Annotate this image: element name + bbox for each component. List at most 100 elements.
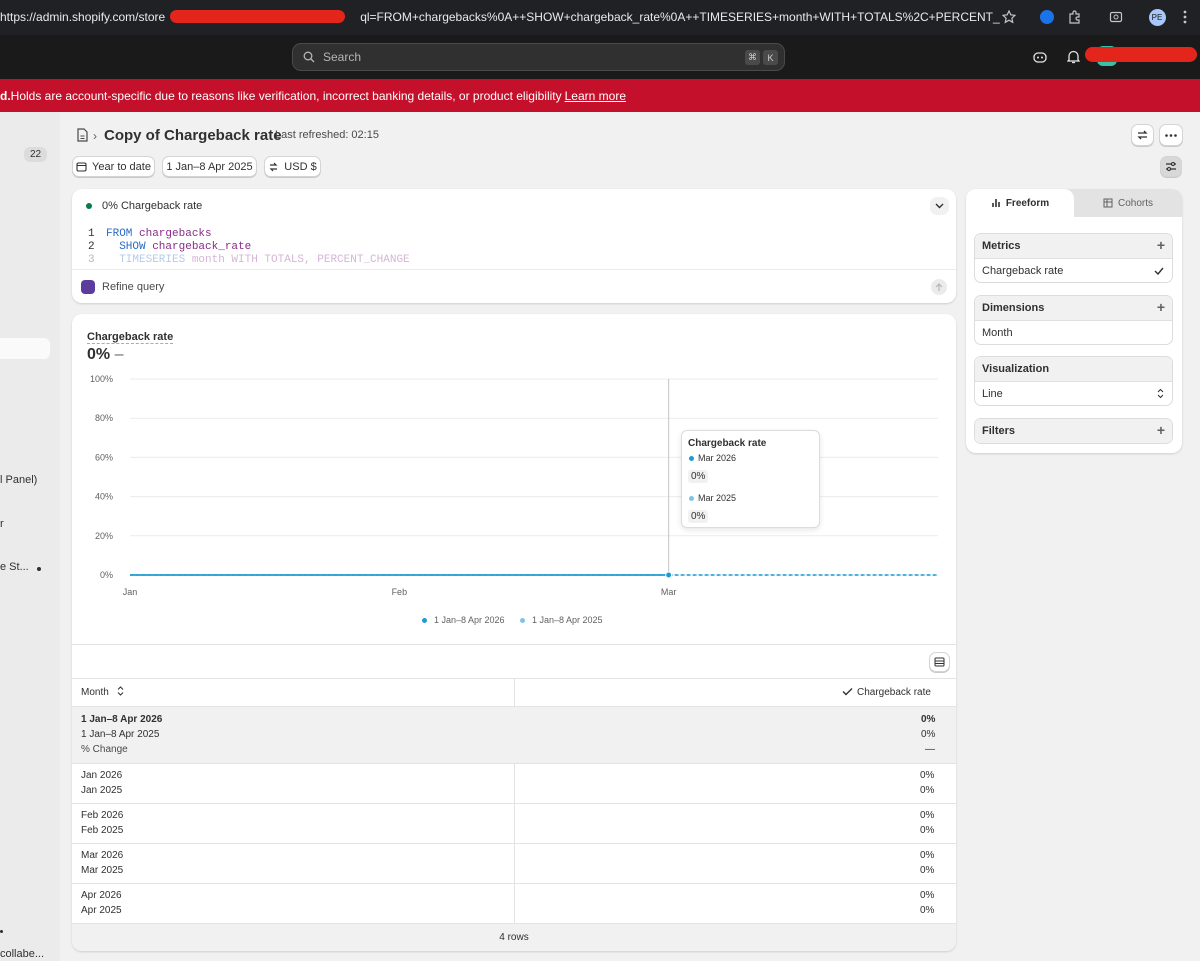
currency-button[interactable]: USD $ [264, 156, 321, 177]
submit-arrow-button[interactable] [931, 279, 947, 295]
sidebar-item-selected[interactable] [0, 338, 50, 359]
more-actions-button[interactable] [1159, 124, 1183, 146]
collapse-query-button[interactable] [930, 197, 949, 215]
query-status: 0% Chargeback rate [102, 200, 203, 212]
row-mar-previous-value: 0% [920, 865, 935, 876]
sidekick-icon [81, 280, 95, 294]
tab-search-icon[interactable] [1107, 8, 1125, 26]
search-bar[interactable]: Search ⌘ K [292, 43, 785, 71]
add-dimension-icon[interactable]: + [1157, 299, 1165, 315]
row-jan-current-value: 0% [920, 770, 935, 781]
line-chart: 100% 80% 60% 40% 20% 0% Jan Feb Mar [90, 374, 938, 597]
totals-row [72, 707, 956, 763]
totals-change-value: — [925, 744, 935, 755]
code-line-3[interactable]: 3 TIMESERIES month WITH TOTALS, PERCENT_… [88, 254, 410, 264]
report-icon [76, 128, 89, 142]
tab-freeform[interactable]: Freeform [966, 189, 1074, 217]
column-header-chargeback-rate[interactable]: Chargeback rate [857, 687, 931, 698]
address-bar[interactable]: https://admin.shopify.com/store ql=FROM+c… [0, 10, 1000, 24]
sidebar: 22 l Panel) r e St... collabe... [0, 112, 60, 961]
add-metric-icon[interactable]: + [1157, 237, 1165, 253]
sidebar-item-panel[interactable]: l Panel) [0, 474, 37, 486]
calendar-icon [76, 162, 87, 172]
currency-icon [269, 162, 278, 171]
search-icon [303, 51, 315, 63]
totals-change-label: % Change [81, 744, 128, 755]
bookmark-star-icon[interactable] [1000, 8, 1018, 26]
legend-previous[interactable]: 1 Jan–8 Apr 2025 [532, 615, 603, 625]
tab-cohorts[interactable]: Cohorts [1074, 189, 1182, 217]
page-title: Copy of Chargeback rate [104, 127, 282, 144]
table-divider-top [72, 644, 956, 645]
sidekick-icon[interactable] [1033, 50, 1047, 64]
sidebar-badge: 22 [24, 147, 47, 162]
row-jan-previous-value: 0% [920, 785, 935, 796]
row-mar-previous: Mar 2025 [81, 865, 124, 876]
ellipsis-icon [1165, 133, 1177, 137]
dimension-item[interactable]: Month [975, 321, 1172, 345]
status-dot [86, 203, 92, 209]
row-feb-previous: Feb 2025 [81, 825, 124, 836]
sidebar-item-dot [37, 567, 41, 571]
notifications-bell-icon[interactable] [1067, 50, 1080, 64]
row-feb-current: Feb 2026 [81, 810, 124, 821]
table-row [72, 763, 956, 764]
y-tick-label: 100% [90, 374, 113, 384]
visualization-select[interactable]: Line [975, 382, 1172, 406]
add-filter-icon[interactable]: + [1157, 422, 1165, 438]
bar-chart-icon [992, 199, 1000, 207]
query-divider [72, 269, 956, 270]
row-mar-current: Mar 2026 [81, 850, 124, 861]
date-range-button[interactable]: Year to date [72, 156, 155, 177]
row-count: 4 rows [499, 932, 529, 943]
extension-shazam-icon[interactable] [1038, 8, 1056, 26]
y-tick-label: 20% [95, 531, 113, 541]
metrics-section: Metrics + Chargeback rate [974, 233, 1173, 283]
visualization-header: Visualization [975, 357, 1172, 382]
shortcut-k-key: K [763, 50, 778, 65]
metric-item[interactable]: Chargeback rate [975, 259, 1172, 283]
banner-text: Holds are account-specific due to reason… [10, 88, 562, 103]
totals-previous-value: 0% [921, 729, 936, 740]
legend-current[interactable]: 1 Jan–8 Apr 2026 [434, 615, 505, 625]
totals-current-label: 1 Jan–8 Apr 2026 [81, 714, 163, 725]
sidebar-item-collab[interactable]: collabe... [0, 948, 44, 960]
row-mar-current-value: 0% [920, 850, 935, 861]
table-icon [934, 657, 945, 667]
row-feb-current-value: 0% [920, 810, 935, 821]
legend-dot-current [422, 618, 427, 623]
sidebar-item-store[interactable]: e St... [0, 561, 29, 573]
banner-learn-more-link[interactable]: Learn more [565, 89, 626, 103]
compare-range-button[interactable]: 1 Jan–8 Apr 2025 [162, 156, 257, 177]
checkmark-icon [842, 687, 853, 696]
sort-icon[interactable] [117, 686, 124, 696]
column-header-month[interactable]: Month [81, 687, 109, 698]
refresh-icon [1137, 130, 1148, 140]
browser-menu-icon[interactable] [1176, 8, 1194, 26]
code-line-1[interactable]: 1 FROM chargebacks [88, 228, 212, 240]
code-line-2[interactable]: 2 SHOW chargeback_rate [88, 241, 251, 253]
redacted-store-name [170, 10, 345, 23]
metrics-header: Metrics + [975, 234, 1172, 259]
filters-header: Filters + [975, 419, 1172, 443]
payout-hold-banner: d. Holds are account-specific due to rea… [0, 79, 1200, 112]
profile-avatar[interactable]: PE [1148, 8, 1166, 26]
tooltip-dot-previous [689, 496, 694, 501]
x-tick-label: Jan [123, 587, 138, 597]
totals-current-value: 0% [921, 714, 936, 725]
refine-query-input[interactable]: Refine query [102, 281, 164, 293]
filters-section: Filters + [974, 418, 1173, 444]
customize-panel-toggle[interactable] [1160, 156, 1182, 177]
table-view-button[interactable] [929, 652, 950, 672]
y-tick-label: 40% [95, 492, 113, 502]
extensions-puzzle-icon[interactable] [1066, 8, 1084, 26]
tooltip-row-previous-value: 0% [688, 510, 709, 523]
table-row [72, 803, 956, 804]
y-tick-label: 60% [95, 452, 113, 462]
query-editor-card: 0% Chargeback rate 1 FROM chargebacks 2 S… [72, 189, 956, 303]
date-range-label: Year to date [92, 160, 151, 173]
refresh-button[interactable] [1131, 124, 1154, 146]
breadcrumb-chevron-icon: › [93, 129, 97, 143]
tooltip-row-current-value: 0% [688, 470, 709, 483]
sidebar-item-r[interactable]: r [0, 518, 4, 530]
